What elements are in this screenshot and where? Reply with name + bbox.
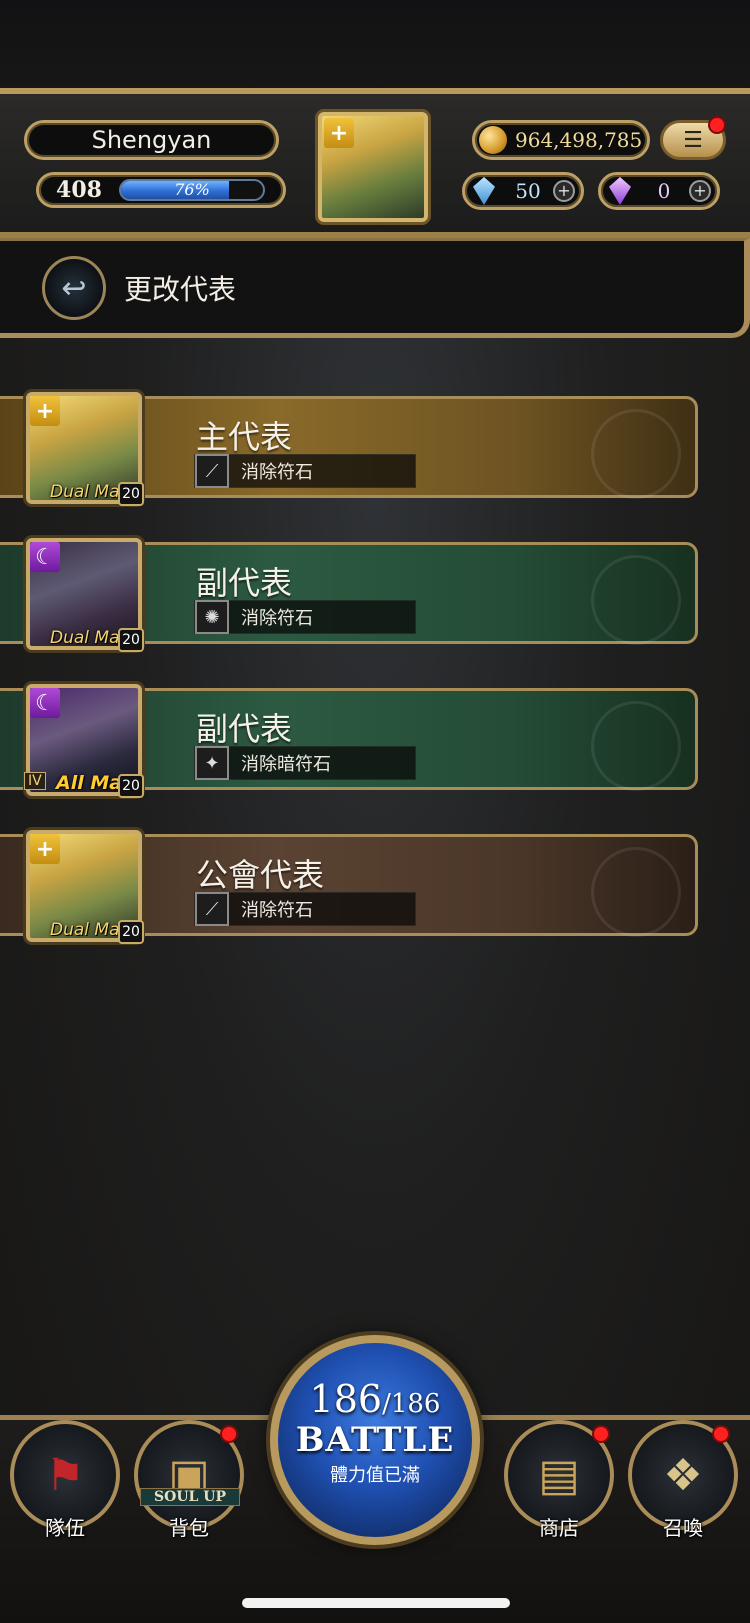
home-indicator[interactable] — [242, 1598, 510, 1608]
skill-name: 消除符石 — [241, 900, 313, 921]
emblem-icon — [591, 409, 681, 499]
stamina-status: 體力值已滿 — [330, 1465, 420, 1486]
level-plate: 408 76% — [36, 172, 286, 208]
skill-box: ⟋ 消除符石 — [194, 892, 416, 926]
diamond-counter: 50 + — [462, 172, 584, 210]
bag-label: 背包 — [169, 1516, 209, 1540]
gold-coin-icon — [479, 126, 507, 154]
stamina-current: 186 — [309, 1377, 383, 1421]
crystal-value: 0 — [657, 179, 671, 203]
add-diamond-button[interactable]: + — [553, 180, 575, 202]
skill-name: 消除暗符石 — [241, 754, 331, 775]
skill-icon: ✦ — [195, 746, 229, 780]
dark-attribute-icon: ☾ — [30, 688, 60, 718]
dark-attribute-icon: ☾ — [30, 542, 60, 572]
diamond-value: 50 — [515, 179, 541, 203]
skill-name: 消除符石 — [241, 462, 313, 483]
flag-icon: ⚑ — [45, 1449, 85, 1501]
skill-box: ✺ 消除符石 — [194, 600, 416, 634]
light-attribute-icon: + — [324, 118, 354, 148]
emblem-icon — [591, 701, 681, 791]
rep-row-main[interactable]: + Dual Max 20 主代表 ⟋ 消除符石 — [0, 392, 700, 506]
rep-title: 副代表 — [196, 710, 293, 748]
battle-button[interactable]: 186/186 BATTLE 體力值已滿 — [270, 1335, 480, 1545]
skill-level-badge: 20 — [118, 920, 144, 944]
stamina-display: 186/186 — [278, 1377, 472, 1421]
rep-title: 公會代表 — [196, 856, 325, 894]
emblem-icon — [591, 847, 681, 937]
shop-notification-dot — [592, 1425, 610, 1443]
gold-counter: 964,498,785 — [472, 120, 650, 160]
skill-level-badge: 20 — [118, 628, 144, 652]
summon-label: 召喚 — [663, 1516, 703, 1540]
hamburger-menu-icon: ☰ — [683, 127, 703, 153]
exp-percent: 76% — [174, 180, 210, 199]
skill-name: 消除符石 — [241, 608, 313, 629]
menu-notification-dot — [708, 116, 726, 134]
rep-card[interactable]: + Dual Max 20 — [26, 830, 144, 944]
rep-row-sub-1[interactable]: ☾ Dual Max 20 副代表 ✺ 消除符石 — [0, 538, 700, 652]
add-crystal-button[interactable]: + — [689, 180, 711, 202]
summon-notification-dot — [712, 1425, 730, 1443]
skill-level-badge: 20 — [118, 774, 144, 798]
change-rep-bar — [0, 238, 750, 338]
rep-title: 副代表 — [196, 564, 293, 602]
gold-value: 964,498,785 — [515, 128, 643, 152]
rep-card[interactable]: + Dual Max 20 — [26, 392, 144, 506]
battle-label: BATTLE — [295, 1420, 455, 1460]
skill-box: ✦ 消除暗符石 — [194, 746, 416, 780]
diamond-icon — [473, 177, 495, 205]
light-attribute-icon: + — [30, 396, 60, 426]
stamina-max: /186 — [382, 1389, 441, 1419]
rep-row-sub-2[interactable]: ☾ IV All Max 20 副代表 ✦ 消除暗符石 — [0, 684, 700, 798]
light-attribute-icon: + — [30, 834, 60, 864]
player-name: Shengyan — [91, 126, 212, 154]
leader-portrait[interactable]: + — [318, 112, 428, 222]
player-name-plate[interactable]: Shengyan — [24, 120, 279, 160]
emblem-icon — [591, 555, 681, 645]
skill-icon: ✺ — [195, 600, 229, 634]
page-title: 更改代表 — [124, 273, 237, 306]
crystal-icon — [609, 177, 631, 205]
skill-box: ⟋ 消除符石 — [194, 454, 416, 488]
soul-up-label: SOUL UP — [140, 1488, 240, 1506]
rank-badge: IV — [24, 772, 46, 790]
shop-sign-icon: ▤ — [538, 1449, 580, 1501]
crystal-counter: 0 + — [598, 172, 720, 210]
rep-row-guild[interactable]: + Dual Max 20 公會代表 ⟋ 消除符石 — [0, 830, 700, 944]
back-arrow-icon: ↩ — [61, 270, 87, 306]
shop-label: 商店 — [539, 1516, 579, 1540]
bag-notification-dot — [220, 1425, 238, 1443]
back-button[interactable]: ↩ — [42, 256, 106, 320]
rep-card[interactable]: ☾ IV All Max 20 — [24, 684, 144, 798]
skill-level-badge: 20 — [118, 482, 144, 506]
team-label: 隊伍 — [45, 1516, 85, 1540]
player-level: 408 — [56, 177, 102, 203]
exp-bar: 76% — [119, 179, 265, 201]
skill-icon: ⟋ — [195, 454, 229, 488]
card-icon: ❖ — [663, 1449, 703, 1501]
rep-title: 主代表 — [196, 418, 293, 456]
rep-card[interactable]: ☾ Dual Max 20 — [26, 538, 144, 652]
skill-icon: ⟋ — [195, 892, 229, 926]
